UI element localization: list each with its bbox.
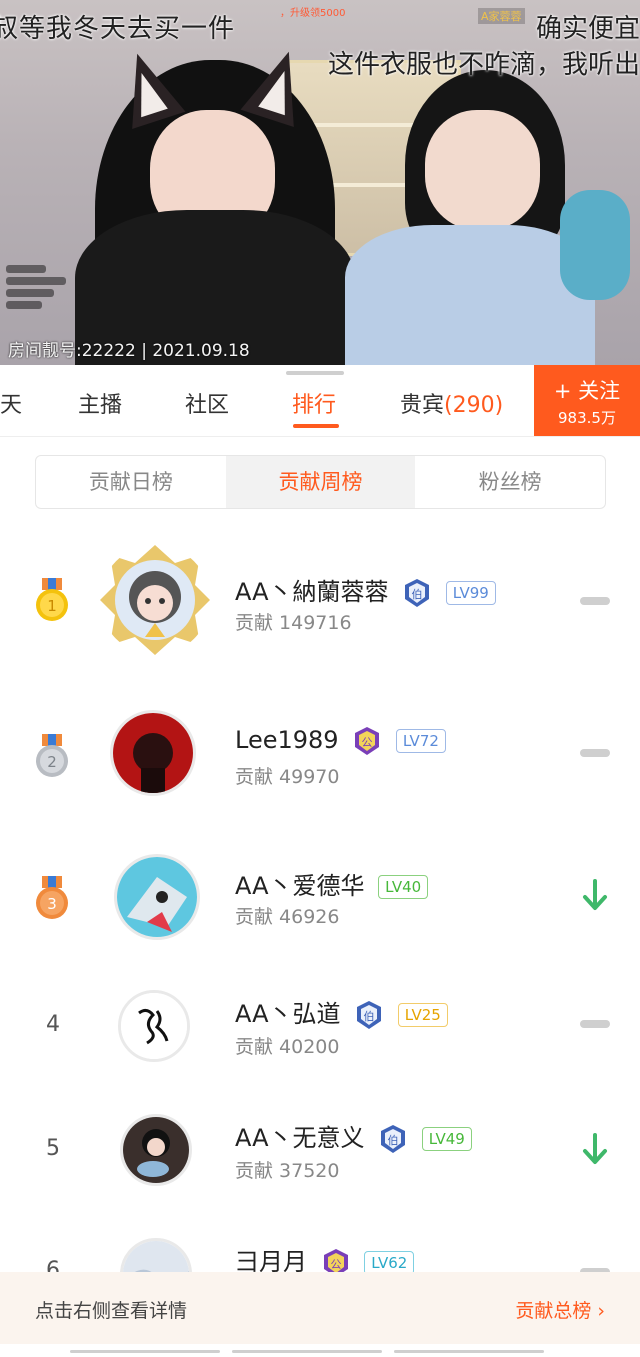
bottom-bar: 点击右侧查看详情 贡献总榜 › <box>0 1272 640 1353</box>
active-tab-indicator <box>293 424 339 428</box>
user-name-row: AA丶納蘭蓉蓉 伯 LV99 <box>235 572 496 608</box>
danmaku-comment: 叔等我冬天去买一件 <box>0 14 236 44</box>
trend-down-icon <box>583 1133 607 1164</box>
streamer-right-body <box>345 225 595 365</box>
user-level-badge: LV49 <box>421 1127 472 1151</box>
user-name: AA丶弘道 <box>235 1000 341 1028</box>
contribution-value: 贡献 37520 <box>235 1160 340 1182</box>
user-name-row: AA丶无意义 伯 LV49 <box>235 1118 472 1154</box>
ranking-row[interactable]: 2 Lee1989 公 LV72 贡献 49970 <box>0 692 640 816</box>
user-name: AA丶納蘭蓉蓉 <box>235 578 389 606</box>
toy-dog <box>560 190 630 300</box>
danmaku-comment: 确实便宜 <box>535 14 640 44</box>
contribution-value: 贡献 149716 <box>235 612 352 634</box>
tab-guests-label: 贵宾 <box>400 393 445 418</box>
svg-text:1: 1 <box>47 597 57 615</box>
trend-same-icon <box>580 1020 610 1028</box>
contribution-value: 贡献 49970 <box>235 766 340 788</box>
user-name: AA丶爱德华 <box>235 872 365 900</box>
top-notice: ，升级领5000 <box>280 8 346 19</box>
trend-same-icon <box>580 749 610 757</box>
avatar[interactable] <box>100 545 210 655</box>
ranking-row[interactable]: 1 AA丶納蘭蓉蓉 伯 LV99 贡献 149716 <box>0 530 640 655</box>
rank-number: 5 <box>46 1136 60 1161</box>
tab-community[interactable]: 社区 <box>185 387 229 419</box>
live-video-player[interactable]: 叔等我冬天去买一件 ，升级领5000 A家蓉蓉 确实便宜 这件衣服也不咋滴，我听… <box>0 0 640 365</box>
user-name: AA丶无意义 <box>235 1124 365 1152</box>
follow-button[interactable]: + 关注 983.5万 <box>534 365 640 436</box>
segment-weekly-contribution[interactable]: 贡献周榜 <box>225 456 416 508</box>
tab-ranking[interactable]: 排行 <box>292 387 336 419</box>
mini-chat-overlay <box>6 265 72 335</box>
avatar[interactable] <box>120 1114 192 1186</box>
noble-badge-icon: 伯 <box>381 1125 406 1153</box>
follow-label: + 关注 <box>553 379 621 403</box>
rank-number: 4 <box>46 1012 60 1037</box>
segment-fan-ranking[interactable]: 粉丝榜 <box>415 456 605 508</box>
svg-text:公: 公 <box>362 736 373 749</box>
tab-chat[interactable]: 天 <box>0 387 22 419</box>
avatar[interactable] <box>114 854 200 940</box>
bottom-decorative-bars <box>70 1338 570 1353</box>
ranking-row[interactable]: 5 AA丶无意义 伯 LV49 贡献 37520 <box>0 1066 640 1190</box>
svg-text:伯: 伯 <box>364 1009 375 1023</box>
contribution-value: 贡献 46926 <box>235 906 340 928</box>
user-name: Lee1989 <box>235 726 339 754</box>
noble-badge-icon: 伯 <box>357 1001 382 1029</box>
user-name-row: Lee1989 公 LV72 <box>235 726 446 756</box>
ranking-row[interactable]: 4 AA丶弘道 伯 LV25 贡献 40200 <box>0 942 640 1066</box>
user-name-row: AA丶爱德华 LV40 <box>235 866 429 901</box>
follower-count: 983.5万 <box>558 409 616 427</box>
user-level-badge: LV72 <box>395 729 446 753</box>
segment-daily-contribution[interactable]: 贡献日榜 <box>36 456 226 508</box>
avatar[interactable] <box>118 990 190 1062</box>
total-contribution-link[interactable]: 贡献总榜 › <box>515 1296 605 1323</box>
drag-handle[interactable] <box>286 371 344 375</box>
svg-text:2: 2 <box>47 753 57 771</box>
trend-same-icon <box>580 597 610 605</box>
noble-badge-icon: 公 <box>355 727 380 755</box>
avatar[interactable] <box>110 710 196 796</box>
danmaku-comment: 这件衣服也不咋滴，我听出 <box>327 50 640 80</box>
bronze-medal-icon: 3 <box>36 876 68 919</box>
noble-badge-icon: 伯 <box>405 579 430 607</box>
ranking-row[interactable]: 3 AA丶爱德华 LV40 贡献 46926 <box>0 818 640 942</box>
user-name-row: AA丶弘道 伯 LV25 <box>235 994 448 1030</box>
svg-text:伯: 伯 <box>412 587 423 601</box>
contribution-value: 贡献 40200 <box>235 1036 340 1058</box>
top-badge: A家蓉蓉 <box>478 8 525 24</box>
user-level-badge: LV99 <box>445 581 496 605</box>
room-id-label: 房间靓号:22222 | 2021.09.18 <box>8 341 250 361</box>
user-level-badge: LV25 <box>397 1003 448 1027</box>
svg-text:3: 3 <box>47 895 57 913</box>
svg-text:伯: 伯 <box>388 1133 399 1147</box>
user-level-badge: LV40 <box>378 875 429 899</box>
svg-text:公: 公 <box>330 1258 341 1271</box>
streamer-right-face <box>425 110 540 230</box>
tab-streamer[interactable]: 主播 <box>78 387 122 419</box>
tab-guests[interactable]: 贵宾(290) <box>400 387 503 419</box>
bottom-hint: 点击右侧查看详情 <box>35 1300 188 1322</box>
gold-medal-icon: 1 <box>36 578 68 621</box>
silver-medal-icon: 2 <box>36 734 68 777</box>
guest-count: (290) <box>444 393 504 418</box>
ranking-type-selector: 贡献日榜 贡献周榜 粉丝榜 <box>35 455 606 509</box>
trend-down-icon <box>583 879 607 910</box>
